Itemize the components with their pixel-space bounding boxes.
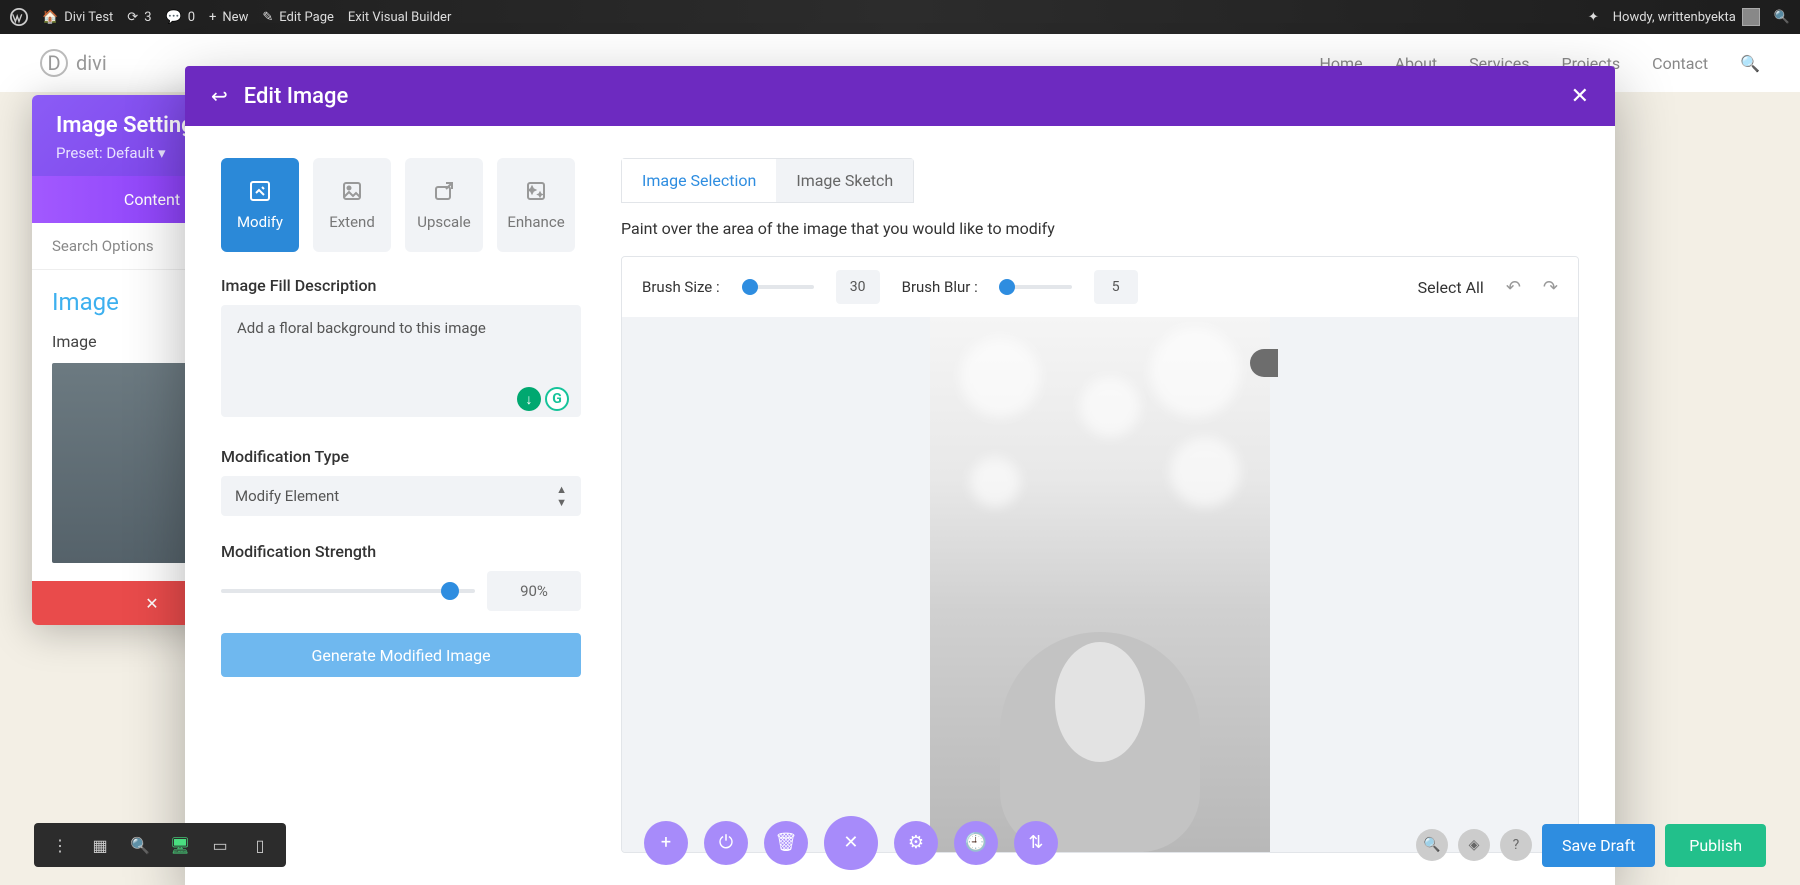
slider-thumb[interactable] [999, 279, 1015, 295]
site-name-link[interactable]: 🏠Divi Test [42, 10, 113, 25]
menu-icon[interactable]: ⋮ [40, 823, 80, 867]
exit-vb-link[interactable]: Exit Visual Builder [348, 10, 451, 25]
select-all-button[interactable]: Select All [1418, 278, 1484, 297]
plus-icon: + [209, 10, 216, 25]
tab-image-sketch[interactable]: Image Sketch [776, 159, 913, 202]
brush-size-value: 30 [836, 270, 880, 304]
paint-instruction: Paint over the area of the image that yo… [621, 219, 1579, 238]
modification-type-select[interactable]: Modify Element [221, 476, 581, 516]
wp-admin-bar: 🏠Divi Test ⟳3 💬0 +New ✎Edit Page Exit Vi… [0, 0, 1800, 34]
back-icon[interactable]: ↩ [211, 84, 228, 108]
strength-slider[interactable] [221, 589, 475, 593]
slider-thumb[interactable] [441, 582, 459, 600]
brush-cursor-icon [1250, 349, 1278, 377]
modification-strength-label: Modification Strength [221, 542, 581, 561]
trash-button[interactable]: 🗑 [764, 821, 808, 865]
brush-blur-slider[interactable] [1000, 285, 1072, 289]
logo-text: divi [76, 51, 107, 75]
wireframe-icon[interactable]: ▦ [80, 823, 120, 867]
bottom-toolbar: ⋮ ▦ 🔍 🖥 ▭ ▯ + ⏻ 🗑 ✕ ⚙ 🕘 ⇅ 🔍 ◈ ? Save Dra… [34, 823, 1766, 867]
edit-page-link[interactable]: ✎Edit Page [262, 10, 334, 25]
wp-logo-icon[interactable] [10, 8, 28, 26]
redo-icon[interactable]: ↷ [1543, 277, 1558, 298]
settings-button[interactable]: ⚙ [894, 821, 938, 865]
mode-tab-modify[interactable]: Modify [221, 158, 299, 252]
search-icon[interactable]: 🔍 [1774, 10, 1790, 25]
mode-tab-enhance[interactable]: Enhance [497, 158, 575, 252]
nav-search-icon[interactable]: 🔍 [1740, 54, 1760, 73]
undo-icon[interactable]: ↶ [1506, 277, 1521, 298]
generate-button[interactable]: Generate Modified Image [221, 633, 581, 677]
desktop-view-icon[interactable]: 🖥 [160, 823, 200, 867]
close-builder-button[interactable]: ✕ [824, 816, 878, 870]
grammarly-icon[interactable]: G [545, 387, 569, 411]
edit-image-modal: ↩ Edit Image ✕ Modify Extend Upscale [185, 66, 1615, 885]
zoom-icon[interactable]: 🔍 [120, 823, 160, 867]
strength-value: 90% [487, 571, 581, 611]
upscale-icon [432, 179, 456, 203]
comment-icon: 💬 [166, 10, 182, 25]
brush-size-label: Brush Size : [642, 278, 720, 296]
fill-description-label: Image Fill Description [221, 276, 581, 295]
tablet-view-icon[interactable]: ▭ [200, 823, 240, 867]
mode-tab-label: Upscale [417, 213, 471, 231]
canvas-area[interactable] [622, 317, 1578, 852]
layers-icon[interactable]: ◈ [1458, 829, 1490, 861]
pencil-icon: ✎ [262, 10, 273, 25]
updates-link[interactable]: ⟳3 [127, 10, 151, 25]
modification-type-label: Modification Type [221, 447, 581, 466]
search-circle-icon[interactable]: 🔍 [1416, 829, 1448, 861]
modal-title: Edit Image [244, 84, 349, 109]
power-button[interactable]: ⏻ [704, 821, 748, 865]
canvas-image[interactable] [930, 317, 1270, 852]
history-button[interactable]: 🕘 [954, 821, 998, 865]
grammarly-down-icon[interactable]: ↓ [517, 387, 541, 411]
howdy-link[interactable]: Howdy, writtenbyekta [1613, 8, 1760, 26]
refresh-icon: ⟳ [127, 10, 138, 25]
close-modal-button[interactable]: ✕ [1571, 84, 1589, 109]
logo-mark-icon: D [40, 49, 68, 77]
save-draft-button[interactable]: Save Draft [1542, 824, 1655, 867]
home-icon: 🏠 [42, 10, 58, 25]
publish-button[interactable]: Publish [1665, 824, 1766, 867]
mode-tab-extend[interactable]: Extend [313, 158, 391, 252]
mode-tab-label: Extend [329, 213, 375, 231]
brush-blur-label: Brush Blur : [902, 278, 978, 296]
extend-icon [340, 179, 364, 203]
enhance-icon [524, 179, 548, 203]
ai-sparkle-icon[interactable]: ✦ [1588, 10, 1599, 25]
site-logo[interactable]: D divi [40, 49, 107, 77]
mode-tab-label: Enhance [507, 213, 564, 231]
nav-contact[interactable]: Contact [1652, 54, 1708, 73]
mode-tab-label: Modify [237, 213, 283, 231]
comments-link[interactable]: 💬0 [166, 10, 196, 25]
add-button[interactable]: + [644, 821, 688, 865]
slider-thumb[interactable] [742, 279, 758, 295]
sort-button[interactable]: ⇅ [1014, 821, 1058, 865]
avatar [1742, 8, 1760, 26]
close-icon: ✕ [145, 594, 158, 613]
mode-tab-upscale[interactable]: Upscale [405, 158, 483, 252]
tab-image-selection[interactable]: Image Selection [622, 159, 776, 202]
help-icon[interactable]: ? [1500, 829, 1532, 861]
new-link[interactable]: +New [209, 10, 248, 25]
mobile-view-icon[interactable]: ▯ [240, 823, 280, 867]
brush-size-slider[interactable] [742, 285, 814, 289]
brush-blur-value: 5 [1094, 270, 1138, 304]
modify-icon [248, 179, 272, 203]
